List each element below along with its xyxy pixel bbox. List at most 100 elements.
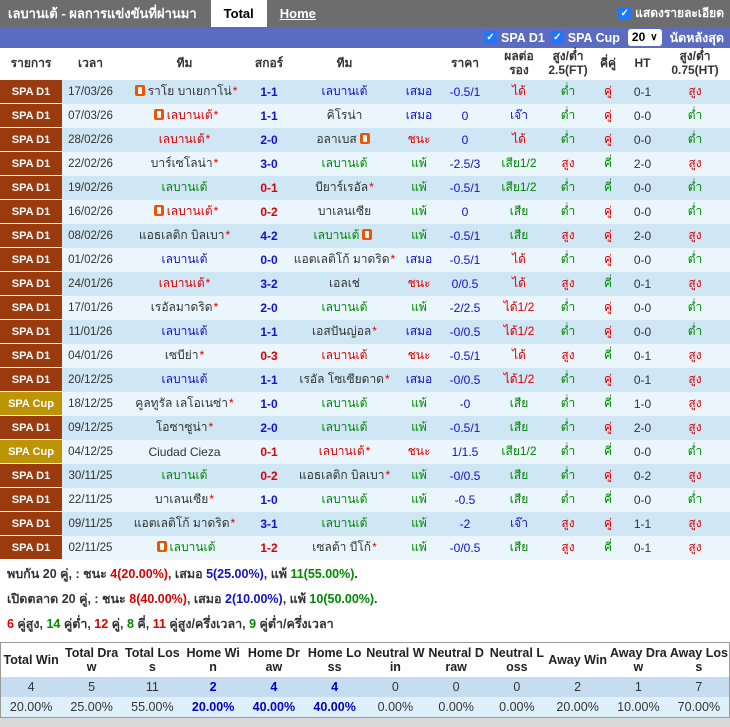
match-date: 11/01/26 xyxy=(68,325,113,338)
home-team-cell: เลบานเต้* xyxy=(119,104,250,128)
match-date: 04/01/26 xyxy=(68,349,113,362)
stats-percent-cell: 20.00% xyxy=(191,700,235,715)
team-name: เรอัล โซเซียดาด xyxy=(299,372,384,386)
summary-segment: . xyxy=(374,591,378,606)
over-under-ft-cell: ต่ำ xyxy=(560,180,576,194)
home-team-cell: ราโย บาเยกาโน่* xyxy=(119,80,250,104)
tab-home[interactable]: Home xyxy=(267,0,329,27)
stats-column-header: Neutral Win xyxy=(365,642,426,678)
handicap-result-cell: ได้1/2 xyxy=(503,324,535,338)
team-name: เลบานเต้ xyxy=(161,252,208,266)
red-card-inner xyxy=(362,135,367,142)
column-header-price: ราคา xyxy=(437,48,493,80)
match-row: SPA D1 22/11/25 บาเลนเซีย* 1-0 เลบานเต้ แพ้ -0… xyxy=(0,487,730,512)
league-badge: SPA D1 xyxy=(0,343,62,368)
over-under-ht-cell: ต่ำ xyxy=(687,108,703,122)
page-bottom-strip xyxy=(0,718,730,727)
stats-percent-cell: 20.00% xyxy=(556,700,599,715)
red-card-icon xyxy=(362,229,373,240)
red-card-inner xyxy=(156,207,161,214)
summary-segment: , แพ้ xyxy=(282,591,310,606)
handicap-price-cell: 0/0.5 xyxy=(451,276,479,291)
away-team-cell: เลบานเต้ xyxy=(288,80,401,104)
stats-percent-cell: 40.00% xyxy=(252,700,296,715)
score-cell: 3-0 xyxy=(260,156,278,171)
over-under-ht-cell: ต่ำ xyxy=(687,444,703,458)
match-row: SPA D1 19/02/26 เลบานเต้ 0-1 บียาร์เรอัล* แพ้… xyxy=(0,175,730,200)
league-badge: SPA D1 xyxy=(0,535,62,560)
over-under-ht-cell: ต่ำ xyxy=(687,132,703,146)
over-under-ht-cell: สูง xyxy=(688,372,702,386)
stats-column-header: Total Loss xyxy=(122,642,183,678)
league-badge: SPA D1 xyxy=(0,80,62,104)
ht-score-cell: 0-1 xyxy=(633,276,652,291)
odd-even-cell: คู่ xyxy=(603,252,613,266)
match-row: SPA D1 22/02/26 บาร์เซโลน่า* 3-0 เลบานเต้ แพ้… xyxy=(0,151,730,176)
handicap-price-cell: -2.5/3 xyxy=(449,156,481,171)
league-badge: SPA D1 xyxy=(0,175,62,200)
summary-segment: , เสมอ xyxy=(167,567,207,581)
summary-segment: 8 xyxy=(126,616,134,631)
score-cell: 0-1 xyxy=(260,180,278,195)
league-badge: SPA D1 xyxy=(0,415,62,440)
score-cell: 4-2 xyxy=(260,228,278,243)
column-header-over-under-ht: สูง/ต่ำ 0.75(HT) xyxy=(660,48,730,80)
league-badge: SPA Cup xyxy=(0,439,62,464)
match-count-select[interactable]: 20 ∨ xyxy=(627,29,662,46)
handicap-price-cell: 0 xyxy=(461,132,469,147)
team-name: เลบานเต้ xyxy=(321,396,368,410)
handicap-price-cell: 0 xyxy=(461,108,469,123)
summary-segment: คู่ต่ำ, xyxy=(60,616,95,631)
ht-score-cell: 0-0 xyxy=(633,492,652,507)
spa-cup-checkbox[interactable]: ✓ xyxy=(550,31,564,44)
away-team-cell: เรอัล โซเซียดาด* xyxy=(288,368,401,392)
league-badge: SPA D1 xyxy=(0,127,62,152)
team-name: เลบานเต้ xyxy=(313,228,360,242)
ht-score-cell: 2-0 xyxy=(633,156,652,171)
favorite-star: * xyxy=(229,396,234,410)
stats-column-header: Away Win xyxy=(547,642,608,678)
red-card-inner xyxy=(365,231,370,238)
favorite-star: * xyxy=(213,156,219,170)
score-cell: 1-1 xyxy=(260,372,278,387)
result-cell: ชนะ xyxy=(407,348,431,363)
match-date: 16/02/26 xyxy=(68,205,113,218)
result-cell: เสมอ xyxy=(405,84,433,99)
favorite-star: * xyxy=(385,468,391,482)
result-cell: แพ้ xyxy=(411,540,427,555)
team-name: แอตเลติโก้ มาดริด xyxy=(293,252,390,266)
column-header-score: สกอร์ xyxy=(250,48,288,80)
spa-d1-label: SPA D1 xyxy=(501,30,545,45)
handicap-price-cell: -0.5 xyxy=(454,492,476,507)
match-date: 22/11/25 xyxy=(68,493,113,506)
home-team-cell: เซบีย่า* xyxy=(119,344,250,368)
stats-percent-cell: 0.00% xyxy=(377,700,414,715)
stats-column-header: Neutral Loss xyxy=(486,642,548,678)
home-team-cell: เลบานเต้ xyxy=(119,536,250,560)
show-details-checkbox[interactable]: ✓ xyxy=(618,7,632,20)
result-cell: เสมอ xyxy=(405,252,433,267)
score-cell: 0-1 xyxy=(260,444,278,459)
spa-d1-checkbox[interactable]: ✓ xyxy=(484,31,498,44)
stats-column-header: Home Loss xyxy=(304,642,365,678)
team-name: เลบานเต้ xyxy=(161,324,208,338)
stats-percent-cell: 40.00% xyxy=(313,700,356,715)
away-team-cell: เอสปันญ่อล* xyxy=(288,320,401,344)
column-header-ht: HT xyxy=(625,48,660,80)
stats-value-cell: 2 xyxy=(574,680,582,695)
stats-value-cell: 0 xyxy=(452,680,460,695)
filter-spa-cup: ✓ SPA Cup xyxy=(550,31,620,45)
odd-even-cell: คี่ xyxy=(603,180,613,194)
over-under-ft-cell: สูง xyxy=(561,228,575,242)
result-cell: แพ้ xyxy=(411,396,427,411)
match-row: SPA D1 09/11/25 แอตเลติโก้ มาดริด* 3-1 เลบาน… xyxy=(0,511,730,536)
score-cell: 1-1 xyxy=(260,84,278,99)
tab-total[interactable]: Total xyxy=(210,0,267,27)
odd-even-cell: คี่ xyxy=(603,348,613,362)
match-row: SPA D1 07/03/26 เลบานเต้* 1-1 คิโรน่า เสมอ 0 เจ… xyxy=(0,103,730,128)
away-team-cell: แอธเลติก บิลเบา* xyxy=(288,464,401,488)
match-count-value: 20 xyxy=(631,30,646,44)
match-date: 17/01/26 xyxy=(68,301,113,314)
favorite-star: * xyxy=(384,372,390,386)
league-badge: SPA D1 xyxy=(0,247,62,272)
